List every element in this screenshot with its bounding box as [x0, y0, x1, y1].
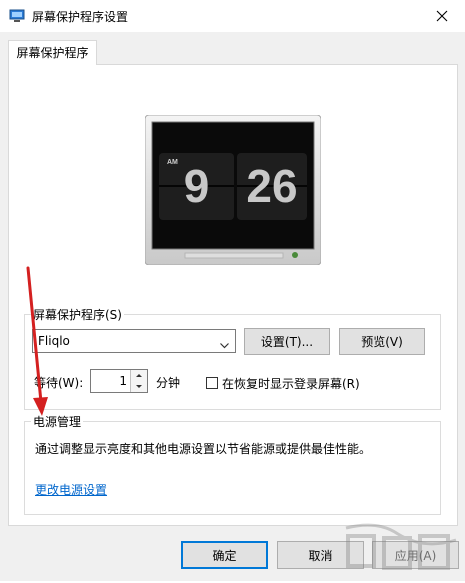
- power-group-label: 电源管理: [31, 413, 84, 430]
- chevron-up-icon: [136, 374, 142, 377]
- wait-minutes-value: 1: [119, 374, 127, 388]
- screensaver-select-value: Fliqlo: [38, 334, 70, 348]
- window-title: 屏幕保护程序设置: [32, 10, 129, 24]
- chevron-down-icon: [220, 338, 229, 352]
- wait-unit-label: 分钟: [156, 376, 181, 390]
- screensaver-group-label: 屏幕保护程序(S): [31, 306, 124, 323]
- clock-hour: 9: [183, 160, 210, 212]
- preview-button[interactable]: 预览(V): [339, 328, 425, 355]
- power-group: [24, 421, 441, 515]
- wait-label: 等待(W):: [34, 376, 84, 390]
- screensaver-select[interactable]: Fliqlo: [32, 329, 236, 353]
- logon-checkbox[interactable]: [206, 377, 218, 389]
- change-power-settings-link[interactable]: 更改电源设置: [35, 481, 107, 498]
- power-description: 通过调整显示亮度和其他电源设置以节省能源或提供最佳性能。: [35, 442, 372, 456]
- wait-minutes-stepper[interactable]: 1: [90, 369, 148, 393]
- close-icon: [436, 10, 448, 22]
- watermark-logo: [338, 520, 463, 580]
- close-button[interactable]: [419, 0, 465, 32]
- title-bar: 屏幕保护程序设置: [0, 0, 465, 32]
- tab-screensaver[interactable]: 屏幕保护程序: [8, 40, 97, 65]
- screensaver-preview: AM 9 26: [144, 114, 322, 266]
- settings-button[interactable]: 设置(T)...: [244, 328, 330, 355]
- logon-checkbox-label[interactable]: 在恢复时显示登录屏幕(R): [222, 375, 360, 392]
- chevron-down-icon: [136, 385, 142, 388]
- ok-button[interactable]: 确定: [181, 541, 268, 569]
- clock-minute: 26: [246, 160, 298, 212]
- display-settings-icon: [9, 9, 25, 23]
- spin-down-button[interactable]: [130, 381, 147, 392]
